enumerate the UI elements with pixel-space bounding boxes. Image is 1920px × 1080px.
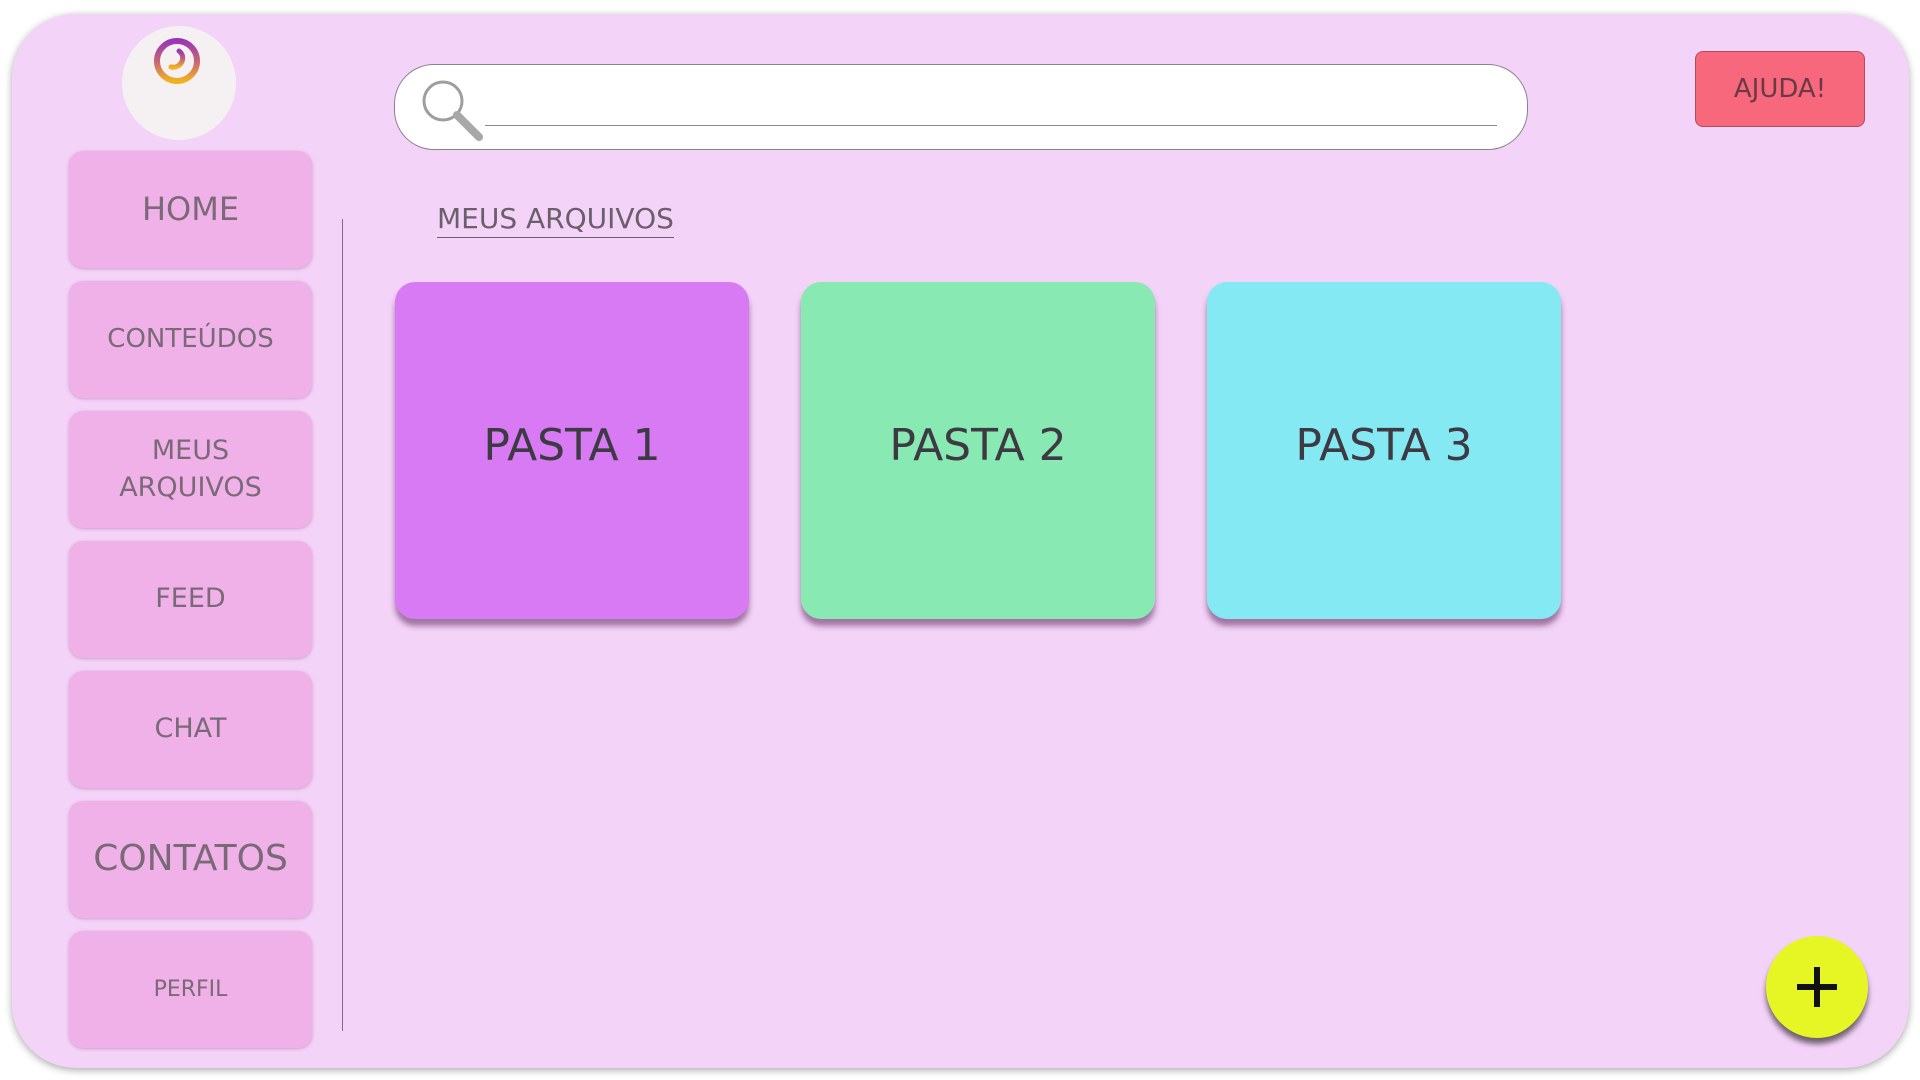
sidebar-item-contatos[interactable]: CONTATOS bbox=[69, 801, 312, 918]
folder-card-3[interactable]: PASTA 3 bbox=[1207, 282, 1561, 619]
sidebar-item-meus-arquivos[interactable]: MEUS ARQUIVOS bbox=[69, 411, 312, 528]
plus-icon bbox=[1797, 967, 1837, 1007]
folder-card-2[interactable]: PASTA 2 bbox=[801, 282, 1155, 619]
app-window: HOME CONTEÚDOS MEUS ARQUIVOS FEED CHAT C… bbox=[12, 14, 1909, 1068]
folder-card-1[interactable]: PASTA 1 bbox=[395, 282, 749, 619]
page-title: MEUS ARQUIVOS bbox=[437, 202, 674, 238]
sidebar-item-conteudos[interactable]: CONTEÚDOS bbox=[69, 281, 312, 398]
search-icon bbox=[419, 77, 485, 147]
search-bar[interactable] bbox=[394, 64, 1528, 150]
search-underline bbox=[485, 125, 1497, 126]
add-button[interactable] bbox=[1766, 936, 1868, 1038]
logo[interactable] bbox=[122, 26, 236, 140]
help-button[interactable]: AJUDA! bbox=[1695, 51, 1865, 127]
sidebar-item-home[interactable]: HOME bbox=[69, 151, 312, 268]
sidebar-item-feed[interactable]: FEED bbox=[69, 541, 312, 658]
venus-symbol-icon bbox=[154, 38, 200, 127]
search-input[interactable] bbox=[489, 85, 1493, 123]
sidebar-divider bbox=[342, 219, 343, 1031]
sidebar-item-perfil[interactable]: PERFIL bbox=[69, 931, 312, 1048]
sidebar-item-chat[interactable]: CHAT bbox=[69, 671, 312, 788]
